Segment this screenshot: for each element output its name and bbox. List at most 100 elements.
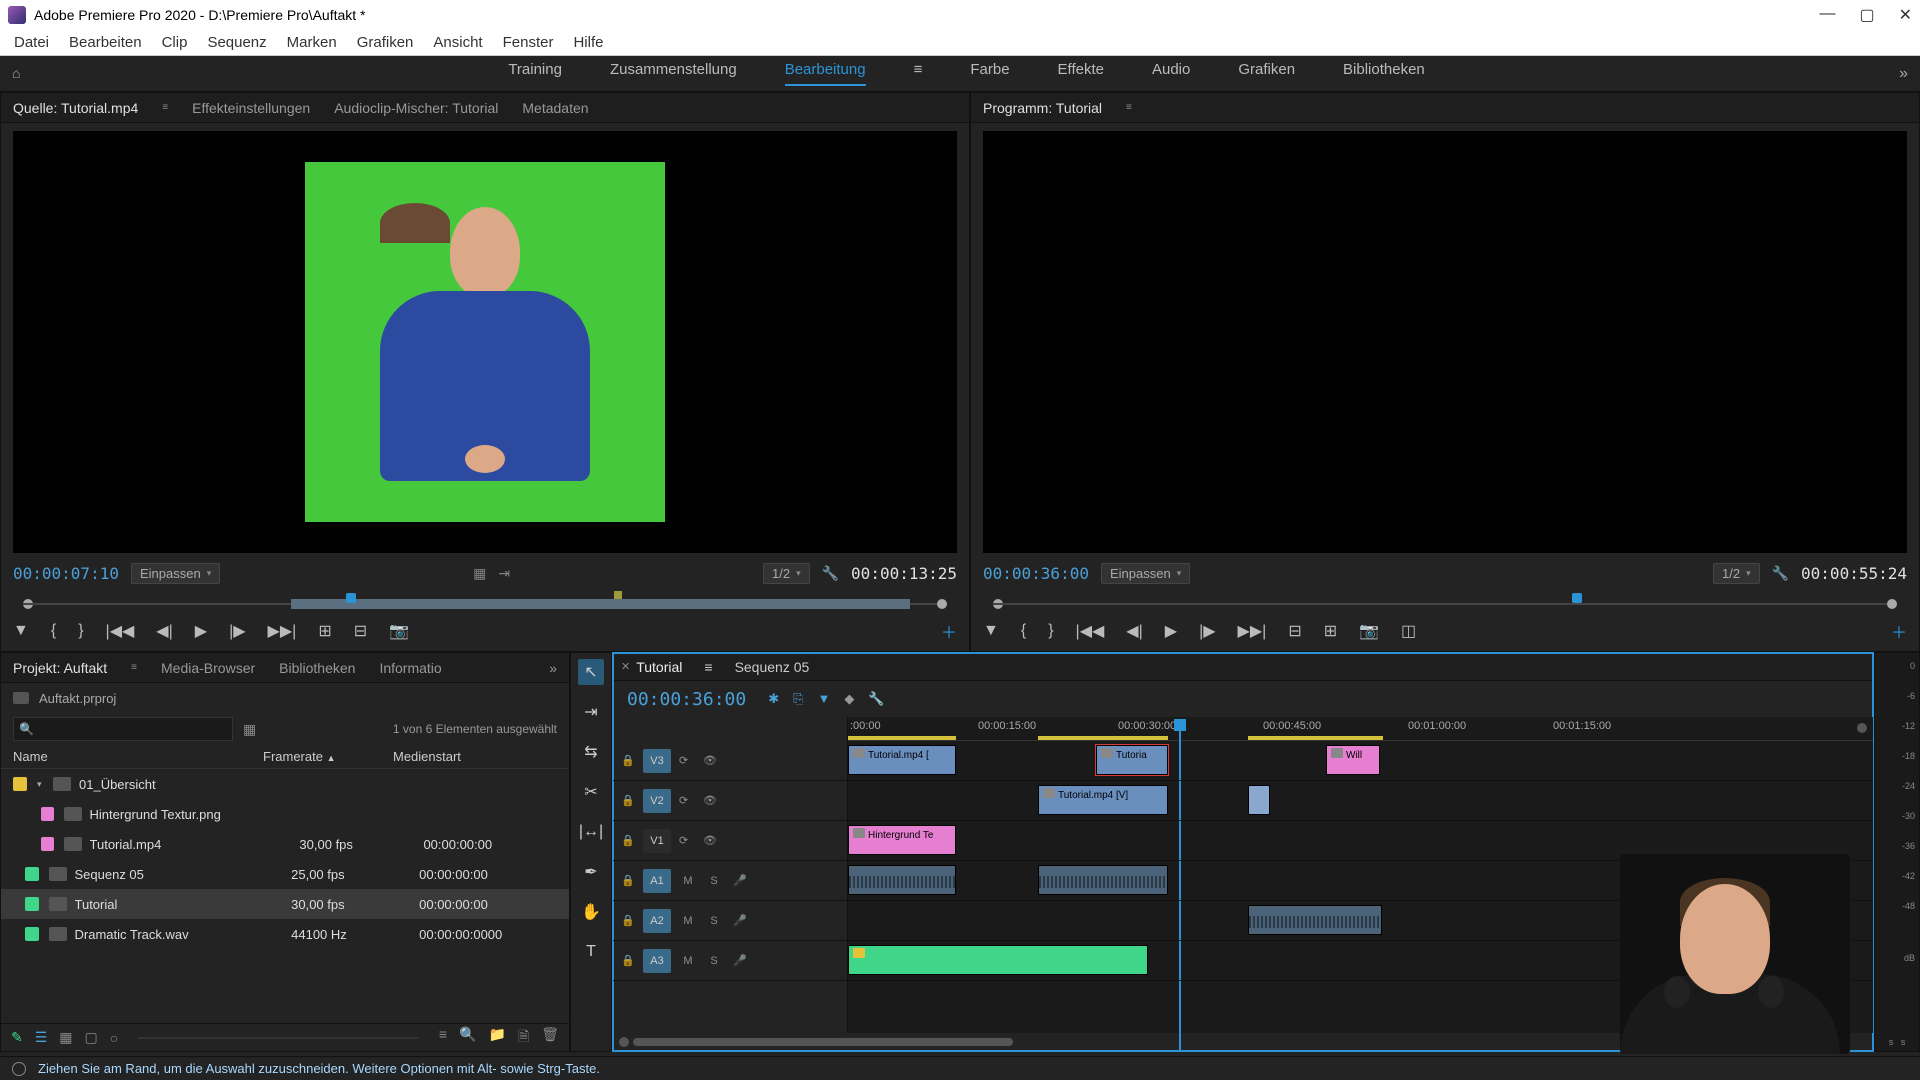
source-wrench-icon[interactable]: 🔧	[822, 565, 839, 582]
menu-fenster[interactable]: Fenster	[493, 34, 564, 51]
clip-a3-music[interactable]	[848, 945, 1148, 975]
mark-out-icon[interactable]: }	[78, 622, 83, 640]
new-item-icon[interactable]: 🗎	[518, 1026, 529, 1050]
close-sequence-icon[interactable]: ✕	[621, 660, 630, 673]
p-step-fwd-icon[interactable]: |▶	[1199, 621, 1215, 641]
program-tab-menu-icon[interactable]: ≡	[1126, 102, 1132, 113]
drag-audio-icon[interactable]: ⇥	[498, 565, 510, 582]
freeform-view-icon[interactable]: ✎	[11, 1029, 23, 1046]
tab-project[interactable]: Projekt: Auftakt	[13, 660, 107, 676]
p-play-button[interactable]: ▶	[1165, 621, 1177, 641]
bin-row[interactable]: ▾ 01_Übersicht	[1, 769, 569, 799]
seq-tab-tutorial[interactable]: Tutorial	[636, 659, 682, 675]
clip-v1-a[interactable]: Hintergrund Te	[848, 825, 956, 855]
out-point-marker[interactable]	[614, 591, 622, 599]
p-add-marker-icon[interactable]: ▼	[983, 622, 999, 640]
drag-video-icon[interactable]: ▦	[473, 565, 486, 582]
p-mark-in-icon[interactable]: {	[1021, 622, 1026, 640]
source-viewer[interactable]	[13, 131, 957, 553]
p-mark-out-icon[interactable]: }	[1048, 622, 1053, 640]
trash-icon[interactable]: 🗑	[541, 1026, 559, 1050]
menu-grafiken[interactable]: Grafiken	[347, 34, 424, 51]
type-tool[interactable]: T	[578, 939, 604, 965]
col-framerate[interactable]: Framerate ▲	[263, 749, 393, 764]
program-wrench-icon[interactable]: 🔧	[1772, 565, 1789, 582]
find-icon[interactable]: 🔍	[459, 1026, 476, 1050]
track-v2[interactable]: 🔒V2⟳👁	[613, 781, 847, 821]
list-item[interactable]: Dramatic Track.wav 44100 Hz 00:00:00:000…	[1, 919, 569, 949]
close-button[interactable]: ✕	[1899, 5, 1912, 25]
menu-hilfe[interactable]: Hilfe	[563, 34, 613, 51]
program-scrubber[interactable]	[993, 591, 1897, 613]
clip-a1-a[interactable]	[848, 865, 956, 895]
zoom-slider[interactable]	[138, 1037, 419, 1039]
new-bin-icon[interactable]: 📁	[489, 1026, 506, 1050]
list-item[interactable]: Hintergrund Textur.png	[1, 799, 569, 829]
p-export-frame-icon[interactable]: 📷	[1359, 621, 1379, 641]
minimize-button[interactable]: —	[1819, 5, 1835, 25]
ws-zusammenstellung[interactable]: Zusammenstellung	[610, 61, 737, 86]
p-lift-icon[interactable]: ⊟	[1288, 621, 1301, 641]
program-tc-current[interactable]: 00:00:36:00	[983, 564, 1089, 583]
tab-info[interactable]: Informatio	[379, 660, 441, 676]
button-editor-add-icon[interactable]: ＋	[941, 619, 957, 643]
razor-tool[interactable]: ✂	[578, 779, 604, 805]
track-a2[interactable]: 🔒A2MS🎤	[613, 901, 847, 941]
step-back-icon[interactable]: ◀|	[156, 621, 172, 641]
list-item[interactable]: Tutorial 30,00 fps 00:00:00:00	[1, 889, 569, 919]
menu-datei[interactable]: Datei	[4, 34, 59, 51]
menu-sequenz[interactable]: Sequenz	[197, 34, 276, 51]
project-column-header[interactable]: Name Framerate ▲ Medienstart	[1, 745, 569, 769]
list-item[interactable]: Tutorial.mp4 30,00 fps 00:00:00:00	[1, 829, 569, 859]
tab-bibliotheken[interactable]: Bibliotheken	[279, 660, 355, 676]
selection-tool[interactable]: ↖	[578, 659, 604, 685]
list-item[interactable]: Sequenz 05 25,00 fps 00:00:00:00	[1, 859, 569, 889]
project-search-input[interactable]	[13, 717, 233, 741]
linked-sel-icon[interactable]: ⎘	[793, 691, 803, 707]
col-medienstart[interactable]: Medienstart	[393, 749, 533, 764]
automate-icon[interactable]: ≡	[439, 1026, 447, 1050]
track-a3[interactable]: 🔒A3MS🎤	[613, 941, 847, 981]
timeline-ruler[interactable]: :00:00 00:00:15:00 00:00:30:00 00:00:45:…	[848, 717, 1873, 741]
overwrite-icon[interactable]: ⊟	[354, 621, 367, 641]
pen-tool[interactable]: ✒	[578, 859, 604, 885]
export-frame-icon[interactable]: 📷	[389, 621, 409, 641]
playhead[interactable]	[1174, 719, 1186, 731]
ws-audio[interactable]: Audio	[1152, 61, 1190, 86]
thumb-size-icon[interactable]: ▢	[85, 1029, 98, 1046]
clip-a2-a[interactable]	[1248, 905, 1382, 935]
mark-in-icon[interactable]: {	[51, 622, 56, 640]
go-to-in-icon[interactable]: |◀◀	[106, 621, 135, 641]
maximize-button[interactable]: ▢	[1859, 5, 1874, 25]
ws-overflow-icon[interactable]: »	[1899, 65, 1908, 83]
add-marker-tl-icon[interactable]: ▼	[818, 691, 831, 707]
tab-source[interactable]: Quelle: Tutorial.mp4	[13, 100, 138, 116]
tab-audioclipmischer[interactable]: Audioclip-Mischer: Tutorial	[334, 100, 498, 116]
tl-wrench-icon[interactable]: 🔧	[868, 691, 884, 707]
source-fit-dropdown[interactable]: Einpassen	[131, 563, 220, 584]
menu-clip[interactable]: Clip	[152, 34, 198, 51]
tab-mediabrowser[interactable]: Media-Browser	[161, 660, 255, 676]
snap-icon[interactable]: ✱	[768, 691, 779, 707]
ws-effekte[interactable]: Effekte	[1058, 61, 1104, 86]
filter-icon[interactable]: ▦	[243, 721, 256, 738]
ws-farbe[interactable]: Farbe	[970, 61, 1009, 86]
slip-tool[interactable]: |↔|	[578, 819, 604, 845]
track-a1[interactable]: 🔒A1MS🎤	[613, 861, 847, 901]
timeline-tc[interactable]: 00:00:36:00	[613, 689, 760, 710]
insert-icon[interactable]: ⊞	[318, 621, 331, 641]
clip-v2-a[interactable]: Tutorial.mp4 [V]	[1038, 785, 1168, 815]
ws-training[interactable]: Training	[508, 61, 562, 86]
clip-a1-b[interactable]	[1038, 865, 1168, 895]
track-v3[interactable]: 🔒V3⟳👁	[613, 741, 847, 781]
p-go-to-in-icon[interactable]: |◀◀	[1076, 621, 1105, 641]
seq-tab-menu-icon[interactable]: ≡	[704, 659, 712, 675]
icon-view-icon[interactable]: ▦	[59, 1029, 72, 1046]
ws-bearbeitung[interactable]: Bearbeitung	[785, 61, 866, 86]
home-icon[interactable]: ⌂	[12, 65, 34, 83]
program-fit-dropdown[interactable]: Einpassen	[1101, 563, 1190, 584]
clip-v2-b[interactable]	[1248, 785, 1270, 815]
tab-effekteinstellungen[interactable]: Effekteinstellungen	[192, 100, 310, 116]
track-select-tool[interactable]: ⇥	[578, 699, 604, 725]
source-zoom-dropdown[interactable]: 1/2	[763, 563, 810, 584]
